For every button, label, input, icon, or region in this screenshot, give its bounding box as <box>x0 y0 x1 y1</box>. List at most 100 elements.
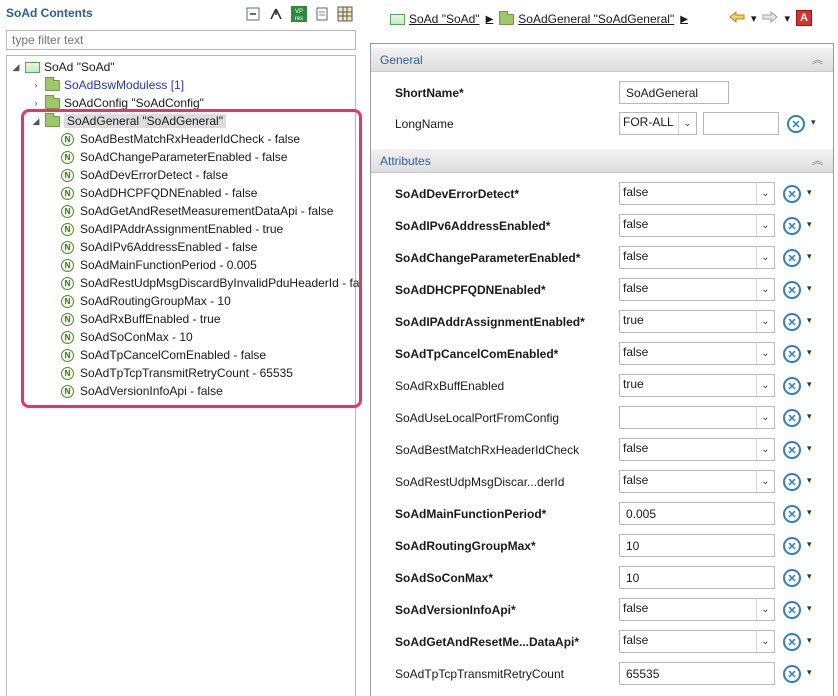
attribute-select[interactable]: false ⌄ <box>619 470 775 493</box>
chevron-down-icon[interactable]: ⌄ <box>756 247 774 268</box>
editor-panel: SoAd "SoAd" ▶ SoAdGeneral "SoAdGeneral" ▶ … <box>364 0 838 696</box>
tree-item-label: SoAdConfig "SoAdConfig" <box>64 96 204 110</box>
action-icon[interactable]: ✕ <box>783 185 801 203</box>
attribute-select[interactable]: false ⌄ <box>619 278 775 301</box>
dropdown-arrow-icon[interactable]: ▾ <box>811 117 816 128</box>
attribute-row: SoAdGetAndResetMe...DataApi* false ⌄ ✕ ▾ <box>371 626 833 656</box>
dropdown-arrow-icon[interactable]: ▾ <box>807 187 812 198</box>
highlight-annotation <box>21 109 362 408</box>
action-icon[interactable]: ✕ <box>783 633 801 651</box>
breadcrumb-item-general[interactable]: SoAdGeneral "SoAdGeneral" ▶ <box>518 12 688 26</box>
attribute-select[interactable]: false ⌄ <box>619 182 775 205</box>
action-icon[interactable]: ✕ <box>783 441 801 459</box>
outline-header: SoAd Contents VP res <box>0 0 358 28</box>
attribute-field[interactable]: 10 <box>619 534 775 557</box>
chevron-down-icon[interactable]: ⌄ <box>756 215 774 236</box>
chevron-down-icon[interactable]: ⌄ <box>756 375 774 396</box>
longname-field[interactable] <box>703 112 779 135</box>
collapse-section-icon[interactable]: ︽ <box>812 51 823 67</box>
attribute-field[interactable]: 10 <box>619 566 775 589</box>
attribute-row: SoAdChangeParameterEnabled* false ⌄ ✕ ▾ <box>371 242 833 272</box>
link-icon[interactable] <box>266 4 285 23</box>
chevron-down-icon[interactable]: ⌄ <box>756 183 774 204</box>
chevron-down-icon[interactable]: ⌄ <box>678 113 696 134</box>
collapse-all-icon[interactable] <box>243 4 262 23</box>
attribute-label: SoAdTpCancelComEnabled* <box>395 347 559 361</box>
page-icon[interactable] <box>312 4 331 23</box>
dropdown-arrow-icon[interactable]: ▾ <box>807 443 812 454</box>
dropdown-arrow-icon[interactable]: ▾ <box>807 507 812 518</box>
action-icon[interactable]: ✕ <box>783 537 801 555</box>
back-arrow-icon[interactable] <box>729 10 745 26</box>
attribute-select[interactable]: false ⌄ <box>619 598 775 621</box>
attribute-select[interactable]: true ⌄ <box>619 374 775 397</box>
action-icon[interactable]: ✕ <box>783 281 801 299</box>
shortname-field[interactable]: SoAdGeneral <box>619 81 729 104</box>
dropdown-arrow-icon[interactable]: ▾ <box>807 347 812 358</box>
dropdown-arrow-icon[interactable]: ▾ <box>807 635 812 646</box>
red-a-icon[interactable]: A <box>796 10 812 26</box>
dropdown-arrow-icon[interactable]: ▾ <box>807 219 812 230</box>
dropdown-arrow-icon[interactable]: ▾ <box>807 539 812 550</box>
dropdown-arrow-icon[interactable]: ▾ <box>807 283 812 294</box>
chevron-down-icon[interactable]: ⌄ <box>756 599 774 620</box>
dropdown-arrow-icon[interactable]: ▾ <box>751 12 757 25</box>
action-icon[interactable]: ✕ <box>783 601 801 619</box>
dropdown-arrow-icon[interactable]: ▾ <box>807 411 812 422</box>
attribute-select[interactable]: true ⌄ <box>619 310 775 333</box>
collapse-arrow-icon[interactable]: ◢ <box>11 58 21 76</box>
attribute-label: SoAdUseLocalPortFromConfig <box>395 411 560 425</box>
dropdown-arrow-icon[interactable]: ▾ <box>807 667 812 678</box>
section-attributes[interactable]: Attributes ︽ <box>371 149 833 173</box>
dropdown-arrow-icon[interactable]: ▾ <box>807 251 812 262</box>
dropdown-arrow-icon[interactable]: ▾ <box>807 603 812 614</box>
action-icon[interactable]: ✕ <box>783 249 801 267</box>
collapse-section-icon[interactable]: ︽ <box>812 152 823 168</box>
attribute-row: SoAdDHCPFQDNEnabled* false ⌄ ✕ ▾ <box>371 274 833 304</box>
action-icon[interactable]: ✕ <box>783 505 801 523</box>
tree-item-bswmodules[interactable]: › SoAdBswModuless [1] <box>31 76 184 94</box>
attribute-select[interactable]: false ⌄ <box>619 438 775 461</box>
attribute-select[interactable]: false ⌄ <box>619 342 775 365</box>
dropdown-arrow-icon[interactable]: ▾ <box>807 571 812 582</box>
forward-arrow-icon[interactable] <box>762 10 779 26</box>
chevron-down-icon[interactable]: ⌄ <box>756 343 774 364</box>
dropdown-arrow-icon[interactable]: ▾ <box>784 12 790 25</box>
folder-icon <box>45 76 60 91</box>
attribute-select[interactable]: false ⌄ <box>619 214 775 237</box>
action-icon[interactable]: ✕ <box>783 377 801 395</box>
dropdown-arrow-icon[interactable]: ▾ <box>807 475 812 486</box>
attribute-row: SoAdUseLocalPortFromConfig ⌄ ✕ ▾ <box>371 402 833 432</box>
attribute-select[interactable]: false ⌄ <box>619 246 775 269</box>
action-icon[interactable]: ✕ <box>783 313 801 331</box>
expand-arrow-icon[interactable]: › <box>31 76 41 94</box>
attribute-field[interactable]: 65535 <box>619 662 775 685</box>
action-icon[interactable]: ✕ <box>783 409 801 427</box>
section-general[interactable]: General ︽ <box>371 48 833 72</box>
vp-res-icon[interactable]: VP res <box>289 4 308 23</box>
breadcrumb-item-soad[interactable]: SoAd "SoAd" ▶ <box>409 12 493 26</box>
chevron-down-icon[interactable]: ⌄ <box>756 471 774 492</box>
breadcrumb-arrow-icon[interactable]: ▶ <box>680 14 688 25</box>
attribute-select[interactable]: ⌄ <box>619 406 775 429</box>
grid-icon[interactable] <box>335 4 354 23</box>
filter-input[interactable] <box>6 30 356 50</box>
tree-root[interactable]: ◢ SoAd "SoAd" <box>11 58 115 76</box>
breadcrumb-arrow-icon[interactable]: ▶ <box>486 14 494 25</box>
action-icon[interactable]: ✕ <box>783 345 801 363</box>
chevron-down-icon[interactable]: ⌄ <box>756 279 774 300</box>
action-icon[interactable]: ✕ <box>783 473 801 491</box>
action-icon[interactable]: ✕ <box>783 665 801 683</box>
attribute-field[interactable]: 0.005 <box>619 502 775 525</box>
dropdown-arrow-icon[interactable]: ▾ <box>807 315 812 326</box>
chevron-down-icon[interactable]: ⌄ <box>756 311 774 332</box>
action-icon[interactable]: ✕ <box>787 115 805 133</box>
language-select[interactable]: FOR-ALL ⌄ <box>619 112 697 135</box>
action-icon[interactable]: ✕ <box>783 569 801 587</box>
dropdown-arrow-icon[interactable]: ▾ <box>807 379 812 390</box>
chevron-down-icon[interactable]: ⌄ <box>756 631 774 652</box>
chevron-down-icon[interactable]: ⌄ <box>756 439 774 460</box>
attribute-select[interactable]: false ⌄ <box>619 630 775 653</box>
action-icon[interactable]: ✕ <box>783 217 801 235</box>
chevron-down-icon[interactable]: ⌄ <box>756 407 774 428</box>
